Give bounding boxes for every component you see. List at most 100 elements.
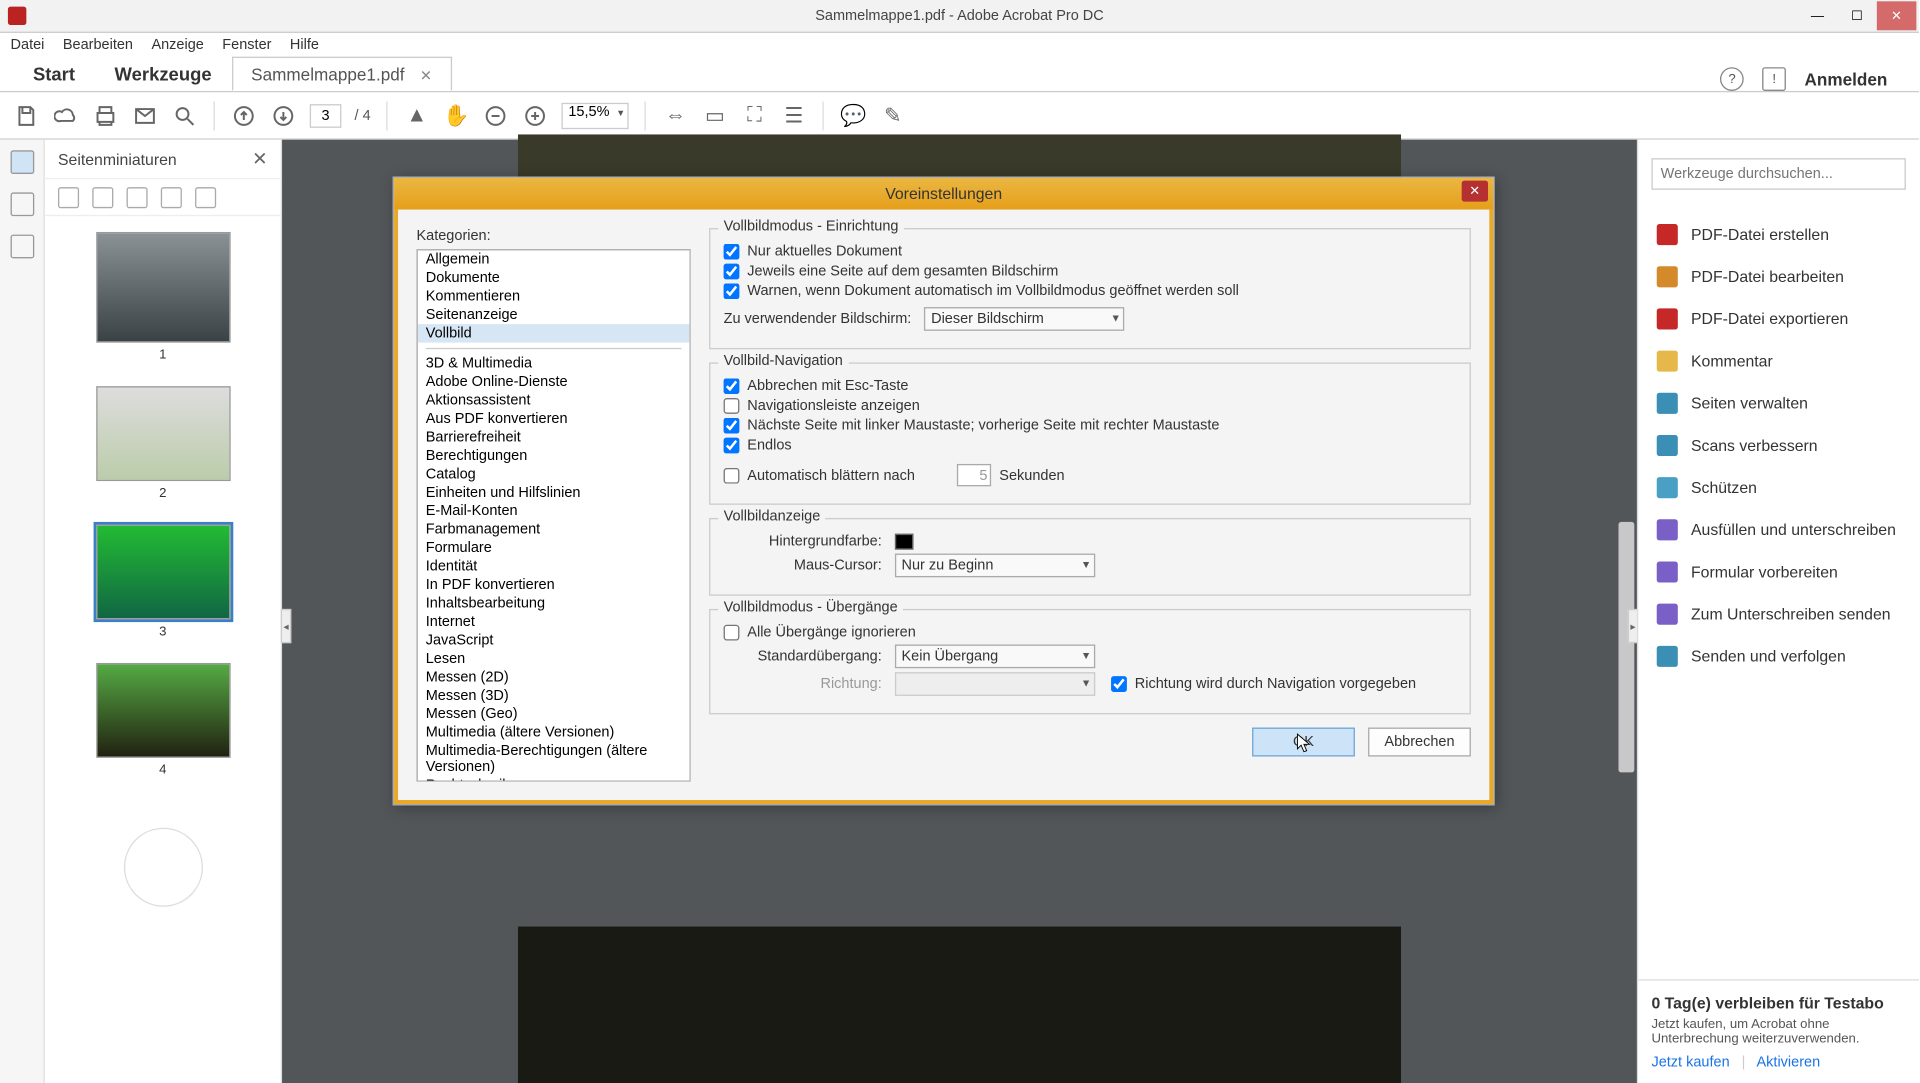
minimize-button[interactable]: — bbox=[1798, 1, 1838, 30]
autoflip-checkbox[interactable] bbox=[724, 467, 740, 483]
menu-view[interactable]: Anzeige bbox=[151, 36, 203, 52]
page-thumbnail-1[interactable] bbox=[96, 232, 230, 343]
page-thumbnail-4[interactable] bbox=[96, 663, 230, 758]
tool-panel-item[interactable]: Formular vorbereiten bbox=[1638, 551, 1919, 593]
category-item[interactable]: Inhaltsbearbeitung bbox=[418, 594, 690, 612]
save-icon[interactable] bbox=[13, 102, 39, 128]
category-item[interactable]: Allgemein bbox=[418, 250, 690, 268]
tool-panel-item[interactable]: Schützen bbox=[1638, 467, 1919, 509]
category-item[interactable]: In PDF konvertieren bbox=[418, 576, 690, 594]
next-page-icon[interactable] bbox=[270, 102, 296, 128]
cloud-icon[interactable] bbox=[53, 102, 79, 128]
tab-start[interactable]: Start bbox=[13, 55, 95, 91]
fit-width-icon[interactable]: ⇔ bbox=[662, 102, 688, 128]
page-number-input[interactable] bbox=[310, 103, 342, 127]
highlight-icon[interactable]: ✎ bbox=[880, 102, 906, 128]
category-item[interactable]: Vollbild bbox=[418, 324, 690, 342]
bgcolor-picker[interactable] bbox=[895, 534, 913, 550]
email-icon[interactable] bbox=[132, 102, 158, 128]
maximize-button[interactable]: ☐ bbox=[1837, 1, 1877, 30]
tools-search-input[interactable] bbox=[1651, 158, 1905, 190]
tool-panel-item[interactable]: Zum Unterschreiben senden bbox=[1638, 593, 1919, 635]
dir-by-nav-checkbox[interactable] bbox=[1111, 676, 1127, 692]
menu-help[interactable]: Hilfe bbox=[290, 36, 319, 52]
default-transition-select[interactable]: Kein Übergang▼ bbox=[895, 645, 1095, 669]
warn-checkbox[interactable] bbox=[724, 283, 740, 299]
activate-link[interactable]: Aktivieren bbox=[1757, 1054, 1821, 1070]
prev-page-icon[interactable] bbox=[231, 102, 257, 128]
zoom-in-icon[interactable] bbox=[522, 102, 548, 128]
category-item[interactable]: Einheiten und Hilfslinien bbox=[418, 484, 690, 502]
category-item[interactable]: Multimedia (ältere Versionen) bbox=[418, 724, 690, 742]
thumbs-rotate-cw-icon[interactable] bbox=[195, 186, 216, 207]
tool-panel-item[interactable]: PDF-Datei exportieren bbox=[1638, 298, 1919, 340]
collapse-left-icon[interactable]: ◂ bbox=[281, 609, 292, 643]
category-item[interactable]: Kommentieren bbox=[418, 287, 690, 305]
attachments-rail-icon[interactable] bbox=[10, 235, 34, 259]
screen-select[interactable]: Dieser Bildschirm▼ bbox=[925, 307, 1125, 331]
search-icon[interactable] bbox=[171, 102, 197, 128]
tool-panel-item[interactable]: PDF-Datei erstellen bbox=[1638, 214, 1919, 256]
categories-listbox[interactable]: AllgemeinDokumenteKommentierenSeitenanze… bbox=[416, 249, 690, 781]
zoom-level-select[interactable]: 15,5% ▼ bbox=[562, 102, 629, 128]
signin-link[interactable]: Anmelden bbox=[1805, 69, 1888, 89]
mouse-checkbox[interactable] bbox=[724, 418, 740, 434]
only-current-checkbox[interactable] bbox=[724, 244, 740, 260]
window-close-button[interactable]: ✕ bbox=[1877, 1, 1917, 30]
fit-page-icon[interactable]: ▭ bbox=[702, 102, 728, 128]
help-icon[interactable]: ? bbox=[1720, 67, 1744, 91]
category-item[interactable]: Formulare bbox=[418, 539, 690, 557]
tool-panel-item[interactable]: Ausfüllen und unterschreiben bbox=[1638, 509, 1919, 551]
page-thumbnail-2[interactable] bbox=[96, 386, 230, 481]
dialog-titlebar[interactable]: Voreinstellungen ✕ bbox=[394, 178, 1493, 210]
category-item[interactable]: Multimedia-Berechtigungen (ältere Versio… bbox=[418, 742, 690, 776]
category-item[interactable]: Aus PDF konvertieren bbox=[418, 410, 690, 428]
category-item[interactable]: Aktionsassistent bbox=[418, 391, 690, 409]
comment-icon[interactable]: 💬 bbox=[840, 102, 866, 128]
fit-icon[interactable]: ⛶ bbox=[741, 102, 767, 128]
page-thumbnail-3[interactable] bbox=[96, 525, 230, 620]
ignore-transitions-checkbox[interactable] bbox=[724, 625, 740, 641]
category-item[interactable]: Farbmanagement bbox=[418, 521, 690, 539]
thumbs-delete-icon[interactable] bbox=[92, 186, 113, 207]
tool-panel-item[interactable]: PDF-Datei bearbeiten bbox=[1638, 256, 1919, 298]
tool-panel-item[interactable]: Scans verbessern bbox=[1638, 424, 1919, 466]
category-item[interactable]: Barrierefreiheit bbox=[418, 428, 690, 446]
category-item[interactable]: 3D & Multimedia bbox=[418, 355, 690, 373]
notifications-icon[interactable]: ! bbox=[1762, 67, 1786, 91]
thumbs-insert-icon[interactable] bbox=[127, 186, 148, 207]
tool-panel-item[interactable]: Senden und verfolgen bbox=[1638, 635, 1919, 677]
thumbs-options-icon[interactable] bbox=[58, 186, 79, 207]
zoom-out-icon[interactable] bbox=[483, 102, 509, 128]
tab-close-icon[interactable]: ✕ bbox=[420, 69, 432, 85]
thumbs-rotate-ccw-icon[interactable] bbox=[161, 186, 182, 207]
thumbnails-rail-icon[interactable] bbox=[10, 150, 34, 174]
category-item[interactable]: JavaScript bbox=[418, 631, 690, 649]
navbar-checkbox[interactable] bbox=[724, 398, 740, 414]
vertical-scrollbar[interactable] bbox=[1619, 522, 1635, 772]
one-page-checkbox[interactable] bbox=[724, 264, 740, 280]
tool-panel-item[interactable]: Kommentar bbox=[1638, 340, 1919, 382]
cursor-select[interactable]: Nur zu Beginn▼ bbox=[895, 554, 1095, 578]
menu-file[interactable]: Datei bbox=[11, 36, 45, 52]
loop-checkbox[interactable] bbox=[724, 438, 740, 454]
print-icon[interactable] bbox=[92, 102, 118, 128]
tab-tools[interactable]: Werkzeuge bbox=[95, 55, 232, 91]
menu-edit[interactable]: Bearbeiten bbox=[63, 36, 133, 52]
buy-now-link[interactable]: Jetzt kaufen bbox=[1651, 1054, 1729, 1070]
category-item[interactable]: Internet bbox=[418, 613, 690, 631]
ok-button[interactable]: OK bbox=[1252, 728, 1355, 757]
category-item[interactable]: Messen (2D) bbox=[418, 668, 690, 686]
category-item[interactable]: Dokumente bbox=[418, 269, 690, 287]
autoflip-seconds-input[interactable] bbox=[957, 464, 991, 486]
tab-document[interactable]: Sammelmappe1.pdf ✕ bbox=[231, 57, 451, 91]
category-item[interactable]: Messen (Geo) bbox=[418, 705, 690, 723]
thumbnails-close-icon[interactable]: ✕ bbox=[252, 148, 267, 170]
category-item[interactable]: Lesen bbox=[418, 650, 690, 668]
category-item[interactable]: Berechtigungen bbox=[418, 447, 690, 465]
category-item[interactable]: Seitenanzeige bbox=[418, 306, 690, 324]
hand-icon[interactable]: ✋ bbox=[443, 102, 469, 128]
menu-window[interactable]: Fenster bbox=[222, 36, 271, 52]
category-item[interactable]: Adobe Online-Dienste bbox=[418, 373, 690, 391]
category-item[interactable]: Rechtschreibung bbox=[418, 776, 690, 781]
